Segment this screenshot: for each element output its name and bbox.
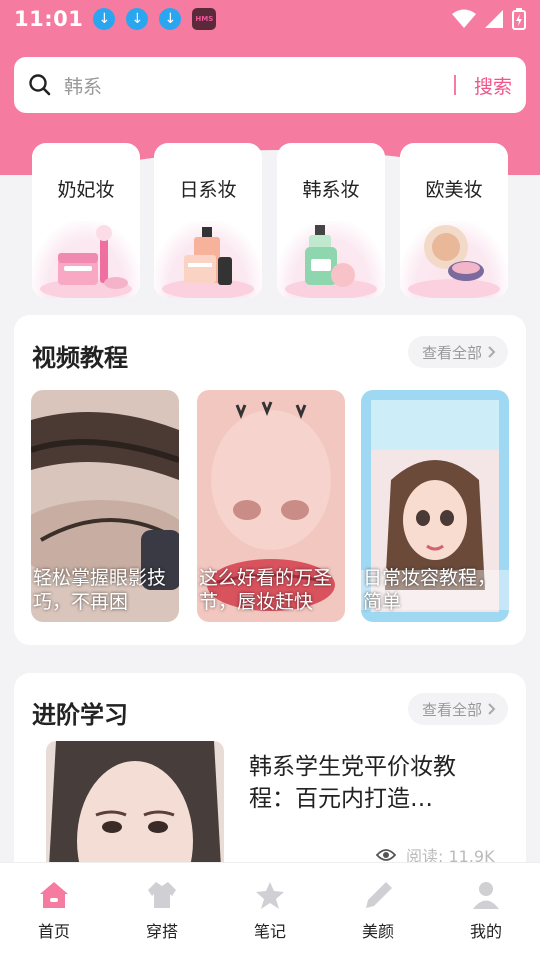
nav-label: 我的 <box>469 922 502 941</box>
category-label: 日系妆 <box>179 179 237 201</box>
nav-label: 首页 <box>37 922 70 941</box>
view-all-button[interactable]: 查看全部 <box>407 693 508 725</box>
chevron-right-icon <box>488 703 496 715</box>
video-thumbnail[interactable]: 这么好看的万圣节，唇妆赶快 <box>197 390 345 622</box>
star-icon <box>256 882 284 909</box>
nav-profile[interactable]: 我的 <box>432 863 540 960</box>
category-western[interactable]: 欧美妆 <box>400 143 508 298</box>
cosmetics-bottles-illustration <box>154 221 262 298</box>
chevron-right-icon <box>488 346 496 358</box>
wifi-icon <box>452 9 476 28</box>
category-label: 奶妃妆 <box>57 179 115 201</box>
pen-icon <box>366 882 392 908</box>
article-title: 韩系学生党平价妆教程：百元内打造… <box>249 754 456 812</box>
category-japanese[interactable]: 日系妆 <box>154 143 262 298</box>
download-icon: ↓ <box>126 8 149 30</box>
view-all-label: 查看全部 <box>421 343 482 362</box>
shirt-icon <box>148 882 176 908</box>
video-tutorials-card: 视频教程 查看全部 轻松掌握眼影技巧，不再困 这么好看的万圣节，唇妆赶快 日常妆… <box>14 315 526 645</box>
hms-icon: HMS <box>192 8 217 30</box>
nav-notes[interactable]: 笔记 <box>216 863 324 960</box>
user-icon <box>473 882 499 909</box>
category-korean[interactable]: 韩系妆 <box>277 143 385 298</box>
section-title: 进阶学习 <box>32 701 128 729</box>
status-bar: 11:01 ↓ ↓ ↓ HMS <box>0 0 540 38</box>
nav-label: 美颜 <box>361 922 394 941</box>
video-thumbnail[interactable]: 日常妆容教程，简单 <box>361 390 509 622</box>
section-title: 视频教程 <box>32 344 128 372</box>
category-naifei[interactable]: 奶妃妆 <box>32 143 140 298</box>
nav-label: 笔记 <box>253 922 286 941</box>
category-label: 欧美妆 <box>425 179 483 201</box>
search-icon <box>29 74 51 96</box>
video-caption: 这么好看的万圣节，唇妆赶快 <box>199 567 333 613</box>
category-label: 韩系妆 <box>302 179 360 201</box>
cosmetics-jar-brush-illustration <box>32 221 140 298</box>
video-thumbnail[interactable]: 轻松掌握眼影技巧，不再困 <box>31 390 179 622</box>
home-icon <box>40 882 68 908</box>
download-icon: ↓ <box>93 8 116 30</box>
status-time: 11:01 <box>14 7 84 31</box>
eye-icon <box>376 849 396 861</box>
cosmetics-compact-illustration <box>400 221 508 298</box>
video-caption: 日常妆容教程，简单 <box>363 567 497 613</box>
battery-icon <box>512 8 526 30</box>
view-all-label: 查看全部 <box>421 700 482 719</box>
signal-icon <box>485 10 503 28</box>
status-indicators <box>452 8 526 30</box>
video-caption: 轻松掌握眼影技巧，不再困 <box>33 567 167 613</box>
search-divider <box>453 75 456 95</box>
nav-home[interactable]: 首页 <box>0 863 108 960</box>
cosmetics-toner-illustration <box>277 221 385 298</box>
search-bar[interactable]: 韩系 搜索 <box>14 57 526 113</box>
nav-outfit[interactable]: 穿搭 <box>108 863 216 960</box>
bottom-nav: 首页 穿搭 笔记 美颜 我的 <box>0 862 540 960</box>
nav-label: 穿搭 <box>145 922 178 941</box>
view-all-button[interactable]: 查看全部 <box>407 336 508 368</box>
nav-beauty[interactable]: 美颜 <box>324 863 432 960</box>
download-icon: ↓ <box>159 8 182 30</box>
search-button[interactable]: 搜索 <box>474 72 512 99</box>
search-input[interactable]: 韩系 <box>64 72 454 99</box>
